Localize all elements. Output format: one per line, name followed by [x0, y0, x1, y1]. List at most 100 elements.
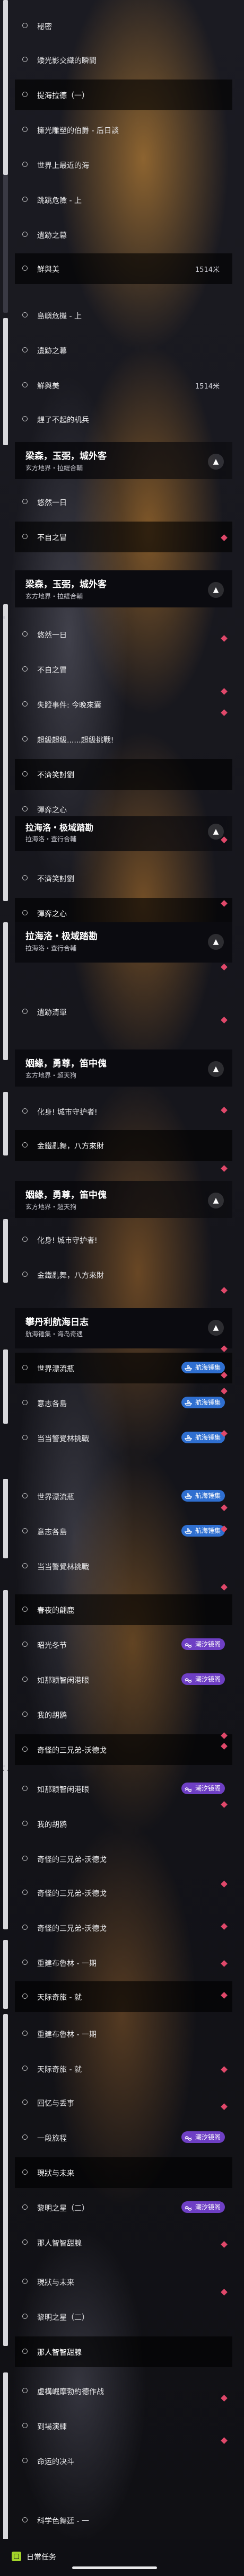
quest-row[interactable]: 不自之冒: [15, 654, 232, 685]
quest-row[interactable]: 超級超級......超級挑戰!: [15, 724, 232, 755]
quest-row[interactable]: 意志各島 航海锤集: [15, 1388, 232, 1418]
event-badge: 航海锤集: [181, 1490, 225, 1502]
quest-row[interactable]: 提海拉德（一）: [15, 80, 232, 110]
quest-row[interactable]: 天际奇旅 - 就: [15, 1981, 232, 2012]
quest-label: 遺跡清單: [37, 1009, 67, 1017]
quest-label: 鮮與美: [37, 266, 59, 274]
chevron-up-icon[interactable]: ▲: [208, 1061, 224, 1077]
quest-row[interactable]: 趕了不起的机兵: [15, 404, 232, 435]
region-header[interactable]: 攀丹利航海日志 航海锤集・海岛奇遇 ▲: [15, 1308, 232, 1348]
chevron-up-icon[interactable]: ▲: [208, 582, 224, 598]
quest-row[interactable]: 秘密: [15, 11, 232, 41]
quest-row[interactable]: 那人智智甜腺: [15, 2227, 232, 2258]
chevron-up-icon[interactable]: ▲: [208, 1320, 224, 1336]
quest-row[interactable]: 跳跳危險 - 上: [15, 184, 232, 215]
quest-row[interactable]: 我的胡鸥: [15, 1699, 232, 1730]
quest-label: 虚構崛摩勃約德作战: [37, 2388, 104, 2396]
quest-row[interactable]: 奇怪的三兄弟-沃德戈: [15, 1912, 232, 1943]
quest-row[interactable]: 遺跡清單: [15, 996, 232, 1027]
quest-row[interactable]: 島嶼危機 - 上: [15, 300, 232, 331]
quest-label: 重建布魯林 - 一期: [37, 2031, 97, 2039]
quest-row[interactable]: 化身! 城市守护者!: [15, 1224, 232, 1255]
radio-circle-icon: [22, 1607, 28, 1612]
quest-row[interactable]: 春夜的翩鹿: [15, 1594, 232, 1625]
region-subtitle: 玄方地界・拉緹合輔: [25, 593, 83, 600]
quest-row[interactable]: 当当警覺林挑戰 航海锤集: [15, 1423, 232, 1453]
quest-row[interactable]: 擁光雕塑的伯爵 - 后日談: [15, 114, 232, 145]
region-header[interactable]: 姻緣，勇尊，笛中傀 玄方地界・超天狗 ▲: [15, 1049, 232, 1087]
radio-circle-icon: [22, 2099, 28, 2105]
quest-label: 化身! 城市守护者!: [37, 1108, 98, 1117]
quest-row[interactable]: 化身! 城市守护者!: [15, 1096, 232, 1127]
quest-row[interactable]: 黎明之星（二） 潮汐镜阁: [15, 2192, 232, 2223]
quest-row[interactable]: 悠然一日: [15, 619, 232, 650]
quest-row[interactable]: 現狀与未来: [15, 2157, 232, 2188]
quest-row[interactable]: 一段旅程 潮汐镜阁: [15, 2122, 232, 2153]
quest-row[interactable]: 遺跡之幕: [15, 335, 232, 366]
quest-row[interactable]: 到場演練: [15, 2411, 232, 2441]
quest-label: 悠然一日: [37, 499, 67, 507]
chevron-up-icon[interactable]: ▲: [208, 934, 224, 950]
badge-label: 潮汐镜阁: [195, 1640, 221, 1648]
quest-row[interactable]: 遺跡之幕: [15, 219, 232, 250]
scroll-marker: [3, 1349, 8, 1424]
home-indicator: [72, 2566, 157, 2569]
quest-row[interactable]: 世界漂流瓶 航海锤集: [15, 1353, 232, 1383]
quest-row[interactable]: 我的胡鸥: [15, 1809, 232, 1839]
radio-circle-icon: [22, 1993, 28, 1999]
daily-quest-tab[interactable]: 日常任务: [27, 2552, 56, 2562]
quest-row[interactable]: 命运的决斗: [15, 2446, 232, 2476]
radio-circle-icon: [22, 1786, 28, 1791]
quest-row[interactable]: 世界漂流瓶 航海锤集: [15, 1481, 232, 1512]
quest-row[interactable]: 金鐵亂舞，八方來財: [15, 1130, 232, 1161]
quest-row[interactable]: 奇怪的三兄弟-沃德戈: [15, 1877, 232, 1908]
region-subtitle: 玄方地界・拉緹合輔: [25, 464, 83, 472]
event-badge: 航海锤集: [181, 1525, 225, 1537]
quest-row[interactable]: 金鐵亂舞，八方來財: [15, 1259, 232, 1290]
quest-row[interactable]: 回忆与丢事: [15, 2087, 232, 2118]
region-header[interactable]: 梁森，玉弼，城外客 玄方地界・拉緹合輔 ▲: [15, 570, 232, 607]
quest-row[interactable]: 虚構崛摩勃約德作战: [15, 2376, 232, 2406]
quest-row[interactable]: 世界上最近的海: [15, 149, 232, 180]
chevron-up-icon[interactable]: ▲: [208, 824, 224, 840]
quest-label: 鮮與美: [37, 382, 59, 391]
quest-row[interactable]: 悠然一日: [15, 487, 232, 517]
radio-circle-icon: [22, 162, 28, 167]
quest-row[interactable]: 奇怪的三兄弟-沃德戈: [15, 1734, 232, 1765]
quest-row[interactable]: 不濟笑討劉: [15, 863, 232, 894]
quest-row[interactable]: 昭光冬节 潮汐镜阁: [15, 1629, 232, 1660]
quest-row[interactable]: 科学色舞廷 - 一: [15, 2505, 232, 2536]
quest-row[interactable]: 奇怪的三兄弟-沃德戈: [15, 1843, 232, 1874]
chevron-up-icon[interactable]: ▲: [208, 1193, 224, 1208]
quest-row[interactable]: 黎明之星（二）: [15, 2301, 232, 2332]
daily-quest-icon[interactable]: [12, 2552, 21, 2561]
quest-row[interactable]: 現狀与未来: [15, 2266, 232, 2297]
quest-row[interactable]: 重建布魯林 - 一期: [15, 2018, 232, 2049]
quest-marker-icon: [221, 1584, 228, 1591]
quest-row[interactable]: 鮮與美 1514米: [15, 253, 232, 284]
badge-label: 航海锤集: [195, 1527, 221, 1534]
quest-label: 跳跳危險 - 上: [37, 197, 82, 205]
scroll-marker: [3, 1219, 8, 1283]
quest-row[interactable]: 失蹤事件: 今晚來囊: [15, 689, 232, 720]
quest-row[interactable]: 如那颖智闲港眼 潮汐镜阁: [15, 1664, 232, 1695]
region-header[interactable]: 姻緣，勇尊，笛中傀 玄方地界・超天狗 ▲: [15, 1181, 232, 1218]
ship-icon: [184, 1434, 192, 1441]
chevron-up-icon[interactable]: ▲: [208, 454, 224, 470]
region-header[interactable]: 拉海洛・极域踏勘 拉海洛・查行合輔 ▲: [15, 922, 232, 963]
quest-row[interactable]: 不濟笑討劉: [15, 759, 232, 790]
quest-row[interactable]: 当当警覺林挑戰: [15, 1551, 232, 1582]
quest-row[interactable]: 鮮與美 1514米: [15, 370, 232, 401]
ship-icon: [184, 1399, 192, 1406]
quest-row[interactable]: 不自之冒: [15, 522, 232, 552]
quest-row[interactable]: 意志各島 航海锤集: [15, 1516, 232, 1547]
region-header[interactable]: 拉海洛・极域踏勘 拉海洛・查行合輔 ▲: [15, 816, 232, 851]
quest-row[interactable]: 天际奇旅 - 就: [15, 2053, 232, 2084]
quest-row[interactable]: 重建布魯林 - 一期: [15, 1947, 232, 1978]
quest-row[interactable]: 如那颖智闲港眼 潮汐镜阁: [15, 1774, 232, 1804]
quest-row[interactable]: 矮光影交織的瞬間: [15, 45, 232, 75]
quest-label: 奇怪的三兄弟-沃德戈: [37, 1856, 107, 1864]
region-header[interactable]: 梁森，玉弼，城外客 玄方地界・拉緹合輔 ▲: [15, 442, 232, 479]
quest-row[interactable]: 那人智智甜腺: [15, 2336, 232, 2367]
quest-label: 黎明之星（二）: [37, 2204, 89, 2213]
